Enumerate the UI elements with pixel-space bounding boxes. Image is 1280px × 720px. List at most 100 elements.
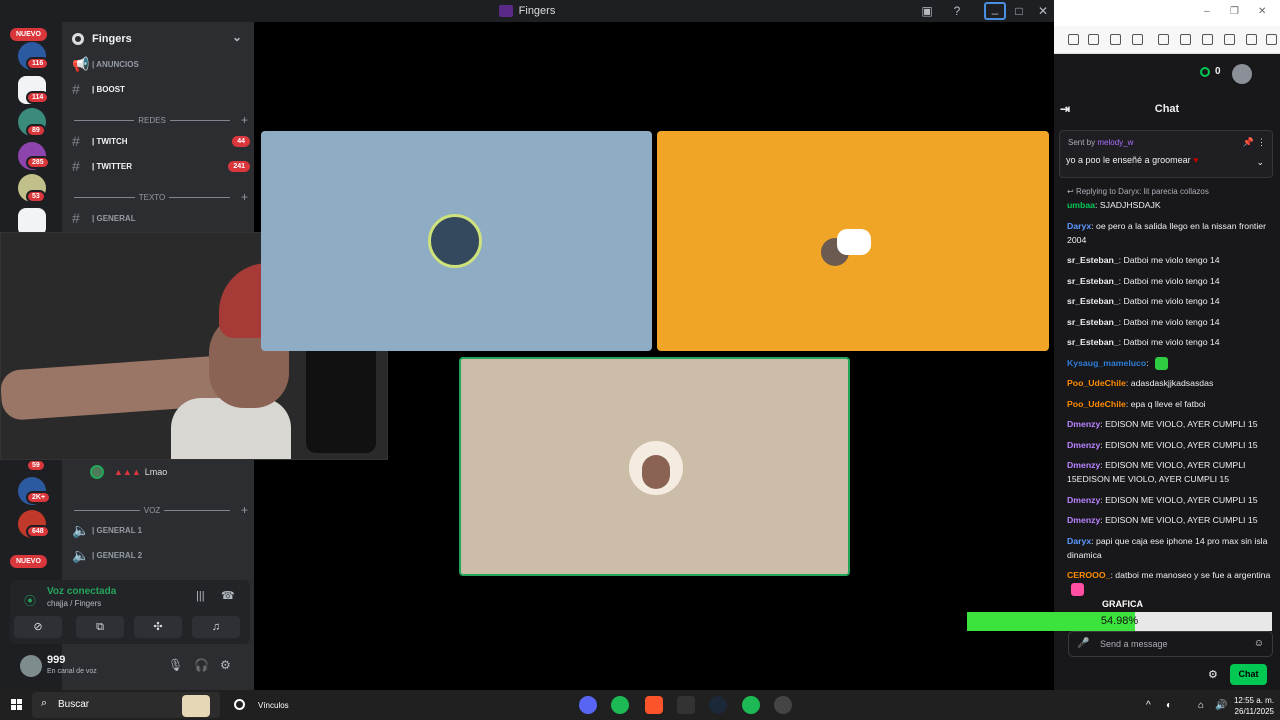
taskbar-search[interactable]: ⌕ Buscar (32, 692, 220, 718)
chat-username[interactable]: Dmenzy (1067, 460, 1100, 470)
chat-username[interactable]: Poo_UdeChile (1067, 378, 1126, 388)
category-redes[interactable]: REDES + (74, 113, 248, 127)
server-header[interactable]: Fingers ⌄ (62, 22, 254, 56)
participant-tile-speaking[interactable] (459, 357, 850, 576)
camera-off-button[interactable]: ⊘ (14, 616, 62, 638)
signal-icon[interactable]: ⦿ (24, 592, 36, 609)
chat-username[interactable]: Dmenzy (1067, 495, 1100, 505)
discord-app-icon[interactable] (579, 696, 597, 714)
brave-app-icon[interactable] (645, 696, 663, 714)
chat-username[interactable]: Dmenzy (1067, 515, 1100, 525)
chat-message[interactable]: Dmenzy: EDISON ME VIOLO, AYER CUMPLI 15 (1067, 417, 1277, 431)
chat-message[interactable]: sr_Esteban_: Datboi me violo tengo 14 (1067, 315, 1277, 329)
clock[interactable]: 12:55 a. m. 26/11/2025 (1232, 695, 1274, 717)
chat-send-button[interactable]: Chat (1230, 664, 1267, 685)
add-channel-icon[interactable]: + (230, 113, 248, 127)
emote-picker-icon[interactable]: ☺ (1254, 638, 1264, 649)
chat-message[interactable]: Dmenzy: EDISON ME VIOLO, AYER CUMPLI 15 (1067, 493, 1277, 507)
noise-suppression-icon[interactable]: ||| (196, 590, 205, 602)
chat-username[interactable]: Kysaug_mameluco (1067, 358, 1146, 368)
chat-message[interactable]: Poo_UdeChile: epa q lleve el fatboi (1067, 397, 1277, 411)
participant-tile[interactable] (261, 131, 652, 351)
chat-message[interactable]: Dmenzy: EDISON ME VIOLO, AYER CUMPLI 15E… (1067, 458, 1277, 486)
channel-anuncios[interactable]: 📢 | ANUNCIOS (72, 54, 250, 74)
chat-message[interactable]: Daryx: oe pero a la salida llego en la n… (1067, 219, 1277, 247)
chat-message[interactable]: umbaa: SJADJHSDAJK (1067, 198, 1277, 212)
wallet-icon[interactable] (1202, 34, 1213, 45)
minimize-button[interactable]: – (984, 2, 1006, 20)
volume-icon[interactable]: 🔊 (1215, 700, 1227, 711)
steam-app-icon[interactable] (709, 696, 727, 714)
chat-message[interactable]: Dmenzy: EDISON ME VIOLO, AYER CUMPLI 15 (1067, 513, 1277, 527)
chevron-down-icon[interactable]: ⌄ (1256, 157, 1264, 168)
voice-user-lmao[interactable]: ▲▲▲ Lmao (90, 465, 167, 479)
chat-username[interactable]: umbaa (1067, 200, 1095, 210)
activities-button[interactable]: ✣ (134, 616, 182, 638)
extension-icon[interactable] (1132, 34, 1143, 45)
shield-icon[interactable] (1246, 34, 1257, 45)
voice-channel-general-1[interactable]: 🔈 | GENERAL 1 (72, 520, 250, 540)
voice-channel-general-2[interactable]: 🔈 | GENERAL 2 (72, 545, 250, 565)
extension-icon[interactable] (1068, 34, 1079, 45)
microphone-icon[interactable]: 🎤 (1077, 638, 1089, 649)
chat-username[interactable]: sr_Esteban_ (1067, 317, 1119, 327)
avatar[interactable] (1232, 64, 1252, 84)
spotify-app-icon[interactable] (742, 696, 760, 714)
chat-message[interactable]: sr_Esteban_: Datboi me violo tengo 14 (1067, 253, 1277, 267)
collapse-chat-icon[interactable]: ⇥ (1060, 98, 1070, 120)
tray-chevron-icon[interactable]: ^ (1146, 700, 1151, 711)
avatar[interactable] (20, 655, 42, 677)
close-button[interactable]: ✕ (1032, 2, 1054, 20)
extension-icon[interactable] (1110, 34, 1121, 45)
voice-status[interactable]: Voz conectada (47, 586, 116, 597)
soundboard-button[interactable]: ♫ (192, 616, 240, 638)
voice-location[interactable]: chajja / Fingers (47, 599, 101, 608)
chat-message[interactable]: Dmenzy: EDISON ME VIOLO, AYER CUMPLI 15 (1067, 438, 1277, 452)
ai-icon[interactable] (1224, 34, 1235, 45)
category-voz[interactable]: VOZ + (74, 503, 248, 517)
spotify-app-icon[interactable] (611, 696, 629, 714)
windows-start-icon[interactable] (11, 699, 23, 711)
chat-username[interactable]: Daryx (1067, 536, 1091, 546)
chat-message[interactable]: CEROOO_: datboi me manoseo y se fue a ar… (1067, 568, 1277, 597)
screen-share-button[interactable]: ⧉ (76, 616, 124, 638)
chat-input[interactable]: 🎤 Send a message ☺ (1068, 631, 1273, 657)
participant-tile[interactable] (657, 131, 1049, 351)
screen-share-icon[interactable]: ▣ (916, 2, 938, 20)
chat-username[interactable]: sr_Esteban_ (1067, 276, 1119, 286)
channel-twitter[interactable]: # | TWITTER 241 (72, 156, 250, 176)
chat-username[interactable]: Poo_UdeChile (1067, 399, 1126, 409)
pin-icon[interactable]: 📌 (1243, 137, 1254, 148)
minimize-button[interactable]: – (1204, 6, 1210, 17)
chat-message[interactable]: Poo_UdeChile: adasdaskjjkadsasdas (1067, 376, 1277, 390)
chat-username[interactable]: Dmenzy (1067, 440, 1100, 450)
channel-points[interactable]: 0 (1200, 66, 1221, 77)
tray-app-icon[interactable]: ◐ (1166, 700, 1172, 711)
more-options-icon[interactable]: ⋮ (1257, 137, 1266, 148)
chat-message[interactable]: sr_Esteban_: Datboi me violo tengo 14 (1067, 274, 1277, 288)
close-button[interactable]: ✕ (1258, 6, 1266, 17)
chat-message[interactable]: Kysaug_mameluco: (1067, 356, 1277, 370)
channel-boost[interactable]: # | BOOST (72, 79, 250, 99)
chevron-down-icon[interactable]: ⌄ (232, 30, 242, 44)
help-icon[interactable]: ? (946, 2, 968, 20)
add-channel-icon[interactable]: + (230, 503, 248, 517)
pinned-message[interactable]: Sent by melody_w 📌 ⋮ yo a poo le enseñé … (1059, 130, 1273, 178)
channel-twitch[interactable]: # | TWITCH 44 (72, 131, 250, 151)
chat-username[interactable]: sr_Esteban_ (1067, 296, 1119, 306)
sidebar-icon[interactable] (1180, 34, 1191, 45)
chat-message[interactable]: Daryx: papi que caja ese iphone 14 pro m… (1067, 534, 1277, 562)
disconnect-icon[interactable]: ☎ (221, 589, 235, 602)
settings-gear-icon[interactable]: ⚙ (220, 658, 231, 672)
chat-message[interactable]: sr_Esteban_: Datboi me violo tengo 14 (1067, 294, 1277, 308)
chat-message[interactable]: sr_Esteban_: Datboi me violo tengo 14 (1067, 335, 1277, 349)
chat-username[interactable]: CEROOO_ (1067, 570, 1110, 580)
chat-username[interactable]: Daryx (1067, 221, 1091, 231)
obs-app-icon[interactable] (774, 696, 792, 714)
epic-games-app-icon[interactable] (677, 696, 695, 714)
links-toolbar[interactable]: Vínculos (258, 701, 289, 710)
network-icon[interactable]: ⌂ (1198, 700, 1204, 711)
chat-username[interactable]: sr_Esteban_ (1067, 337, 1119, 347)
maximize-button[interactable]: □ (1008, 2, 1030, 20)
microphone-icon[interactable]: 🎙 (168, 658, 183, 672)
